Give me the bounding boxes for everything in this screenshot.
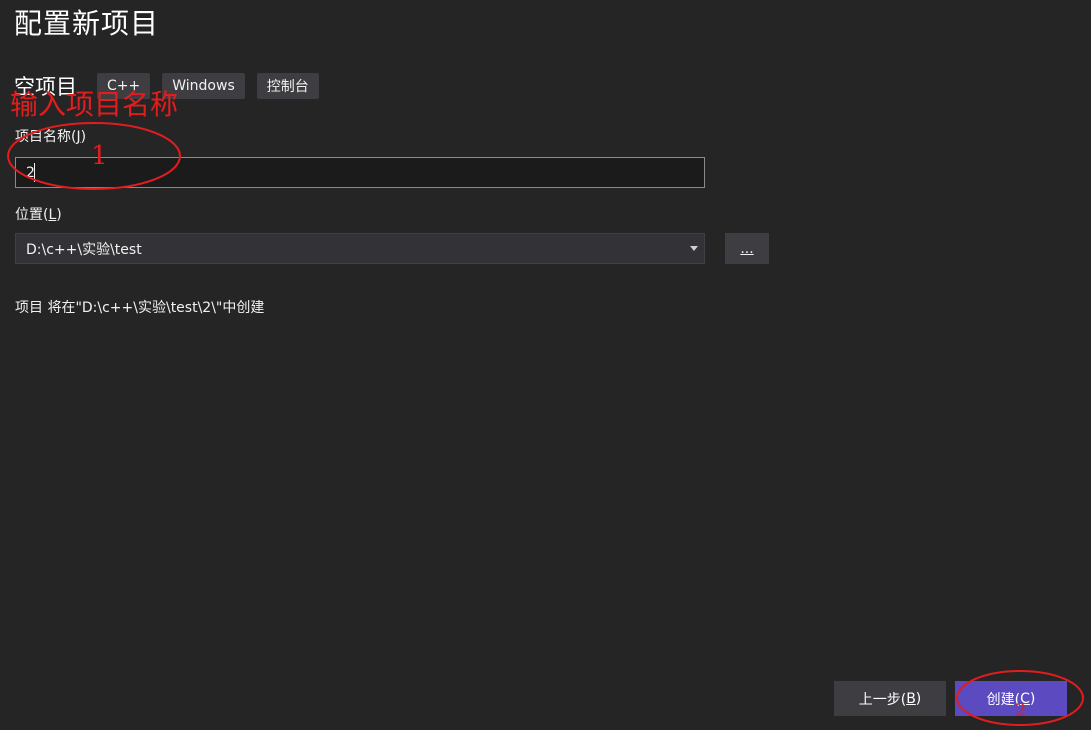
- create-path-info: 项目 将在"D:\c++\实验\test\2\"中创建: [15, 300, 265, 316]
- location-value: D:\c++\实验\test: [26, 241, 142, 258]
- project-name-input[interactable]: [15, 157, 705, 188]
- annotation-step-1: 1: [91, 141, 108, 171]
- location-label: 位置(L): [15, 207, 62, 223]
- project-name-label: 项目名称(J): [15, 129, 87, 145]
- text-caret: [34, 163, 35, 182]
- location-select[interactable]: D:\c++\实验\test: [15, 233, 705, 264]
- chevron-down-icon[interactable]: [690, 246, 698, 251]
- tag-console: 控制台: [256, 73, 319, 99]
- create-button[interactable]: 创建(C): [955, 681, 1067, 716]
- back-button[interactable]: 上一步(B): [834, 681, 946, 716]
- annotation-hint: 输入项目名称: [10, 88, 179, 121]
- browse-button[interactable]: ...: [725, 233, 769, 264]
- page-title: 配置新项目: [14, 7, 160, 40]
- annotation-step-2: 2: [1015, 700, 1027, 721]
